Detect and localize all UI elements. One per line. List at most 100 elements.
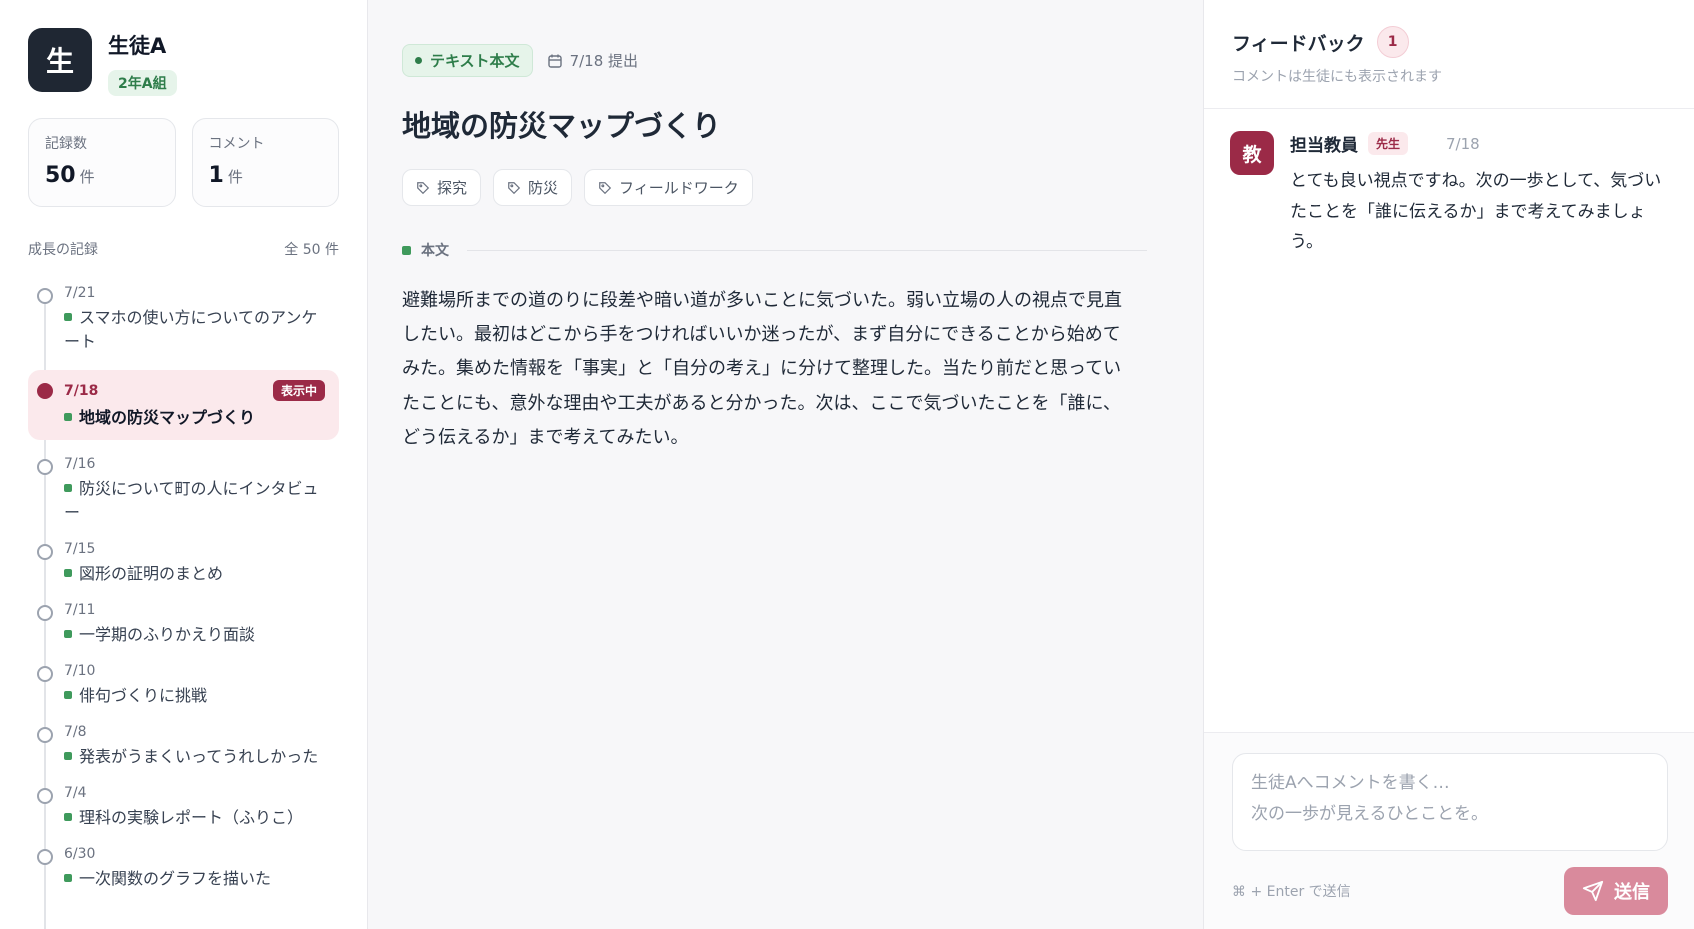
send-button-label: 送信: [1614, 882, 1650, 903]
entry-type-label: テキスト本文: [430, 52, 520, 70]
green-square-icon: [64, 630, 72, 638]
green-square-icon: [64, 691, 72, 699]
feedback-title: フィードバック: [1232, 32, 1365, 55]
timeline-item-title: 理科の実験レポート（ふりこ）: [79, 808, 304, 827]
timeline-item-title: 発表がうまくいってうれしかった: [79, 747, 319, 766]
records-stat-card: 記録数 50 件: [28, 118, 176, 207]
timeline-header: 成長の記録 全 50 件: [28, 239, 339, 259]
submit-date-text: 7/18 提出: [569, 52, 639, 70]
entry-type-chip: テキスト本文: [402, 44, 533, 77]
calendar-icon: [547, 54, 562, 68]
green-dot-icon: [415, 57, 422, 64]
timeline-dot-icon: [37, 288, 53, 304]
timeline-item[interactable]: 7/15 図形の証明のまとめ: [28, 541, 339, 586]
now-showing-badge: 表示中: [272, 380, 325, 401]
class-badge: 2年A組: [108, 70, 177, 96]
timeline-item[interactable]: 7/10 俳句づくりに挑戦: [28, 663, 339, 708]
student-avatar: 生: [28, 28, 92, 92]
timeline-item-title: 図形の証明のまとめ: [79, 564, 224, 583]
comment-date: 7/18: [1446, 134, 1480, 153]
timeline-item[interactable]: 7/21 スマホの使い方についてのアンケート: [28, 285, 339, 354]
comment-composer: 生徒Aへコメントを書く… 次の一歩が見えるひとことを。 ⌘ + Enter で送…: [1204, 732, 1694, 929]
comments-stat-value: 1件: [208, 163, 243, 188]
timeline-item[interactable]: 7/4 理科の実験レポート（ふりこ）: [28, 785, 339, 830]
timeline-dot-icon: [37, 849, 53, 865]
green-square-icon: [64, 413, 72, 421]
timeline-item[interactable]: 7/16 防災について町の人にインタビュー: [28, 456, 339, 525]
tag-label: フィールドワーク: [619, 179, 739, 197]
green-square-icon: [64, 484, 72, 492]
tag-label: 防災: [528, 179, 559, 197]
timeline-item-date: 7/10: [64, 663, 96, 679]
feedback-panel: フィードバック 1 コメントは生徒にも表示されます 教 担当教員 先生 7/18…: [1204, 0, 1694, 929]
student-name: 生徒A: [108, 34, 167, 58]
green-square-icon: [64, 313, 72, 321]
feedback-comment-list: 教 担当教員 先生 7/18 とても良い視点ですね。次の一歩として、気づいたこと…: [1204, 109, 1694, 732]
timeline-item-date: 7/18: [64, 382, 99, 399]
comment-text: とても良い視点ですね。次の一歩として、気づいたことを「誰に伝えるか」まで考えてみ…: [1290, 171, 1662, 253]
timeline-item-title: 一学期のふりかえり面談: [79, 625, 256, 644]
timeline-item-active[interactable]: 7/18 表示中 地域の防災マップづくり: [28, 370, 339, 440]
timeline-item[interactable]: 6/30 一次関数のグラフを描いた: [28, 846, 339, 891]
green-square-icon: [64, 813, 72, 821]
comment-author: 担当教員: [1290, 136, 1358, 156]
send-button[interactable]: 送信: [1564, 867, 1668, 915]
comment-input[interactable]: 生徒Aへコメントを書く… 次の一歩が見えるひとことを。: [1232, 753, 1668, 851]
timeline-dot-icon: [37, 788, 53, 804]
green-square-icon: [64, 569, 72, 577]
comment-placeholder-line2: 次の一歩が見えるひとことを。: [1251, 804, 1488, 825]
timeline-item-title: 一次関数のグラフを描いた: [79, 869, 272, 888]
tag-icon: [599, 181, 612, 194]
timeline-dot-icon: [37, 459, 53, 475]
timeline-dot-icon: [37, 383, 53, 399]
comment-placeholder-line1: 生徒Aへコメントを書く…: [1251, 773, 1450, 793]
entry-title: 地域の防災マップづくり: [402, 109, 722, 143]
student-profile: 生 生徒A 2年A組: [28, 28, 339, 96]
student-sidebar: 生 生徒A 2年A組 記録数 50 件 コメント 1件 成長の記録 全 50 件 …: [0, 0, 368, 929]
tag-chip[interactable]: フィールドワーク: [584, 169, 753, 206]
timeline-item-date: 7/4: [64, 785, 87, 801]
timeline-total: 全 50 件: [284, 242, 339, 258]
timeline-item[interactable]: 7/11 一学期のふりかえり面談: [28, 602, 339, 647]
timeline-item[interactable]: 7/8 発表がうまくいってうれしかった: [28, 724, 339, 769]
comment-item: 教 担当教員 先生 7/18 とても良い視点ですね。次の一歩として、気づいたこと…: [1230, 131, 1668, 258]
send-shortcut-hint: ⌘ + Enter で送信: [1232, 884, 1351, 900]
timeline-item-date: 7/16: [64, 456, 96, 472]
timeline-list: 7/21 スマホの使い方についてのアンケート 7/18 表示中 地域の防災マップづ…: [28, 285, 339, 929]
timeline-item-date: 7/11: [64, 602, 96, 618]
tag-icon: [417, 181, 430, 194]
tag-icon: [508, 181, 521, 194]
green-square-icon: [64, 874, 72, 882]
submit-date: 7/18 提出: [547, 50, 638, 71]
tag-list: 探究 防災 フィールドワーク: [402, 169, 1147, 206]
paper-plane-icon: [1582, 880, 1604, 902]
timeline-item-date: 7/21: [64, 285, 96, 301]
records-stat-label: 記録数: [45, 136, 87, 152]
green-square-icon: [64, 752, 72, 760]
entry-meta-row: テキスト本文 7/18 提出: [402, 44, 1147, 77]
timeline-item-title: 俳句づくりに挑戦: [79, 686, 208, 705]
feedback-subtitle: コメントは生徒にも表示されます: [1232, 69, 1442, 85]
timeline-heading: 成長の記録: [28, 242, 98, 258]
green-square-icon: [402, 245, 411, 255]
tag-label: 探究: [437, 179, 468, 197]
timeline-item-title: 防災について町の人にインタビュー: [64, 479, 319, 522]
stats-row: 記録数 50 件 コメント 1件: [28, 118, 339, 207]
timeline-item-title: 地域の防災マップづくり: [79, 408, 256, 427]
timeline-dot-icon: [37, 605, 53, 621]
timeline-dot-icon: [37, 666, 53, 682]
tag-chip[interactable]: 探究: [402, 169, 482, 206]
tag-chip[interactable]: 防災: [493, 169, 573, 206]
timeline-item-title: スマホの使い方についてのアンケート: [64, 308, 318, 351]
timeline-item-date: 7/8: [64, 724, 87, 740]
teacher-avatar: 教: [1230, 131, 1274, 175]
feedback-header: フィードバック 1 コメントは生徒にも表示されます: [1204, 0, 1694, 109]
teacher-role-badge: 先生: [1368, 132, 1409, 155]
body-section-header: 本文: [402, 240, 1147, 260]
body-section-label: 本文: [421, 243, 449, 259]
comments-stat-card: コメント 1件: [191, 118, 339, 207]
feedback-count-badge: 1: [1376, 26, 1409, 58]
timeline-item-date: 6/30: [64, 846, 96, 862]
timeline-item-date: 7/15: [64, 541, 96, 557]
timeline-dot-icon: [37, 544, 53, 560]
